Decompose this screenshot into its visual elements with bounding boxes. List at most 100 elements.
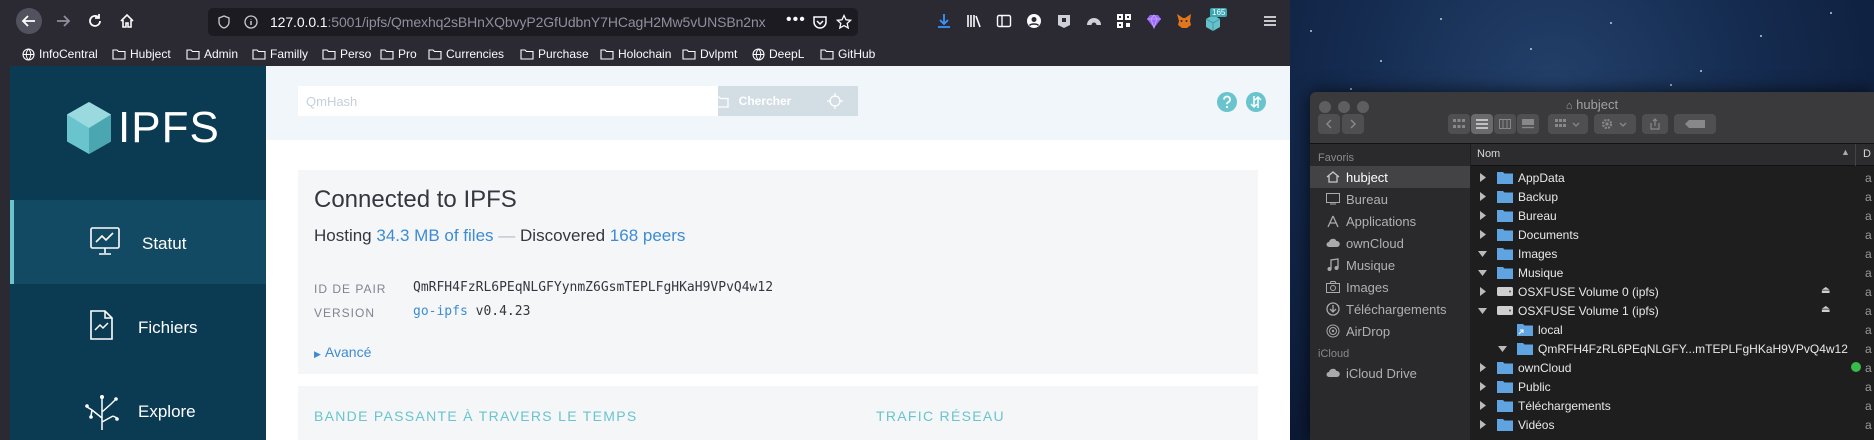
qr-code-icon[interactable]	[1116, 13, 1132, 29]
column-view-button[interactable]	[1494, 114, 1516, 134]
disclosure-closed-icon[interactable]	[1479, 192, 1487, 201]
ipfs-logo[interactable]: IPFS	[64, 100, 220, 156]
hash-search-input[interactable]	[298, 86, 718, 116]
file-row[interactable]: Bureau a	[1471, 206, 1874, 225]
sidebar-item-musique[interactable]: Musique	[1310, 254, 1470, 276]
file-row[interactable]: Documents a	[1471, 225, 1874, 244]
disclosure-closed-icon[interactable]	[1479, 363, 1487, 372]
pocket-icon[interactable]	[812, 15, 828, 30]
share-button[interactable]	[1642, 114, 1668, 134]
peers-link[interactable]: 168 peers	[610, 226, 686, 245]
file-row[interactable]: OSXFUSE Volume 0 (ipfs) ⏏ a	[1471, 282, 1874, 301]
search-button[interactable]: Chercher	[713, 86, 858, 116]
ellipsis-icon[interactable]: •••	[786, 11, 806, 29]
file-row[interactable]: ownCloud a	[1471, 358, 1874, 377]
disclosure-closed-icon[interactable]	[1479, 382, 1487, 391]
gallery-view-button[interactable]	[1517, 114, 1539, 134]
sidebar-item-telechargements[interactable]: Téléchargements	[1310, 298, 1470, 320]
star-bookmark-icon[interactable]	[836, 14, 852, 30]
file-row[interactable]: OSXFUSE Volume 1 (ipfs) ⏏ a	[1471, 301, 1874, 320]
bookmark-infocentral[interactable]: InfoCentral	[22, 45, 98, 63]
disclosure-open-icon[interactable]	[1498, 345, 1507, 353]
file-row[interactable]: local a	[1471, 320, 1874, 339]
ipfs-sidebar: IPFS Statut Fichiers Explore	[10, 66, 266, 440]
file-row[interactable]: AppData a	[1471, 168, 1874, 187]
container-extension-icon[interactable]	[1056, 13, 1072, 29]
bookmark-hubject[interactable]: Hubject	[112, 45, 171, 63]
sidebar-toggle-icon[interactable]	[996, 13, 1012, 29]
version-value: go-ipfs v0.4.23	[413, 304, 531, 319]
nav-explore[interactable]: Explore	[10, 368, 266, 440]
sidebar-item-bureau[interactable]: Bureau	[1310, 188, 1470, 210]
disclosure-closed-icon[interactable]	[1479, 173, 1487, 182]
disclosure-open-icon[interactable]	[1478, 307, 1487, 315]
disclosure-closed-icon[interactable]	[1479, 420, 1487, 429]
nav-fichiers[interactable]: Fichiers	[10, 284, 266, 368]
sidebar-item-owncloud[interactable]: ownCloud	[1310, 232, 1470, 254]
finder-back-button[interactable]	[1318, 114, 1340, 134]
bookmark-holochain[interactable]: Holochain	[600, 45, 671, 63]
disclosure-closed-icon[interactable]	[1479, 230, 1487, 239]
file-row[interactable]: QmRFH4FzRL6PEqNLGFY...mTEPLFgHKaH9VPvQ4w…	[1471, 339, 1874, 358]
sidebar-item-icloud-drive[interactable]: iCloud Drive	[1310, 362, 1470, 384]
transfer-arrows-icon[interactable]	[1245, 91, 1267, 113]
disclosure-closed-icon[interactable]	[1479, 211, 1487, 220]
disclosure-closed-icon[interactable]	[1479, 287, 1487, 296]
folder-icon	[713, 95, 729, 108]
list-view-button[interactable]	[1471, 114, 1493, 134]
tag-button[interactable]	[1674, 114, 1716, 134]
disclosure-open-icon[interactable]	[1478, 269, 1487, 277]
folder-icon	[520, 49, 534, 60]
url-text[interactable]: 127.0.0.1:5001/ipfs/Qmexhq2sBHnXQbvyP2Gf…	[270, 14, 780, 30]
bookmark-pro[interactable]: Pro	[380, 45, 417, 63]
disclosure-closed-icon[interactable]	[1479, 401, 1487, 410]
forward-button[interactable]	[50, 8, 76, 34]
sidebar-item-applications[interactable]: Applications	[1310, 210, 1470, 232]
eject-icon[interactable]: ⏏	[1821, 285, 1830, 296]
eject-icon[interactable]: ⏏	[1821, 304, 1830, 315]
go-ipfs-link[interactable]: go-ipfs	[413, 304, 468, 319]
column-name-header[interactable]: Nom	[1477, 148, 1500, 160]
url-bar[interactable]: 127.0.0.1:5001/ipfs/Qmexhq2sBHnXQbvyP2Gf…	[208, 8, 858, 36]
help-icon[interactable]	[1216, 91, 1238, 113]
nav-statut[interactable]: Statut	[10, 200, 266, 284]
file-row[interactable]: Public a	[1471, 377, 1874, 396]
file-row[interactable]: Musique a	[1471, 263, 1874, 282]
gem-icon[interactable]	[1146, 13, 1162, 29]
library-icon[interactable]	[966, 13, 982, 29]
dark-reader-icon[interactable]	[1086, 13, 1102, 29]
download-icon[interactable]	[936, 13, 952, 29]
metamask-fox-icon[interactable]	[1176, 13, 1192, 29]
bookmark-dvlpmt[interactable]: Dvlpmt	[682, 45, 737, 63]
column-date-header[interactable]: D	[1863, 148, 1871, 160]
file-row[interactable]: Vidéos a	[1471, 415, 1874, 434]
back-button[interactable]	[16, 8, 42, 34]
file-row[interactable]: Téléchargements a	[1471, 396, 1874, 415]
bookmark-currencies[interactable]: Currencies	[428, 45, 504, 63]
sidebar-item-hubject[interactable]: hubject	[1310, 166, 1470, 188]
sidebar-item-images[interactable]: Images	[1310, 276, 1470, 298]
file-row[interactable]: Backup a	[1471, 187, 1874, 206]
file-row[interactable]: Images a	[1471, 244, 1874, 263]
group-button[interactable]	[1548, 114, 1588, 134]
advanced-toggle[interactable]: ▶ Avancé	[314, 344, 371, 360]
icon-view-button[interactable]	[1448, 114, 1470, 134]
bookmark-deepl[interactable]: DeepL	[752, 45, 804, 63]
finder-forward-button[interactable]	[1342, 114, 1364, 134]
home-button[interactable]	[114, 8, 140, 34]
hamburger-menu-icon[interactable]	[1262, 13, 1278, 29]
sidebar-item-airdrop[interactable]: AirDrop	[1310, 320, 1470, 342]
reload-button[interactable]	[82, 8, 108, 34]
group-grid-icon	[1555, 119, 1580, 127]
home-icon: ⌂	[1565, 100, 1573, 112]
action-button[interactable]	[1594, 114, 1636, 134]
hosted-files-link[interactable]: 34.3 MB of files	[376, 226, 493, 245]
bookmark-familly[interactable]: Familly	[252, 45, 308, 63]
account-icon[interactable]	[1026, 13, 1042, 29]
bookmark-purchase[interactable]: Purchase	[520, 45, 589, 63]
bookmark-admin[interactable]: Admin	[186, 45, 238, 63]
ipfs-companion-button[interactable]: 165	[1204, 8, 1228, 31]
bookmark-github[interactable]: GitHub	[820, 45, 875, 63]
disclosure-open-icon[interactable]	[1478, 250, 1487, 258]
bookmark-perso[interactable]: Perso	[322, 45, 371, 63]
